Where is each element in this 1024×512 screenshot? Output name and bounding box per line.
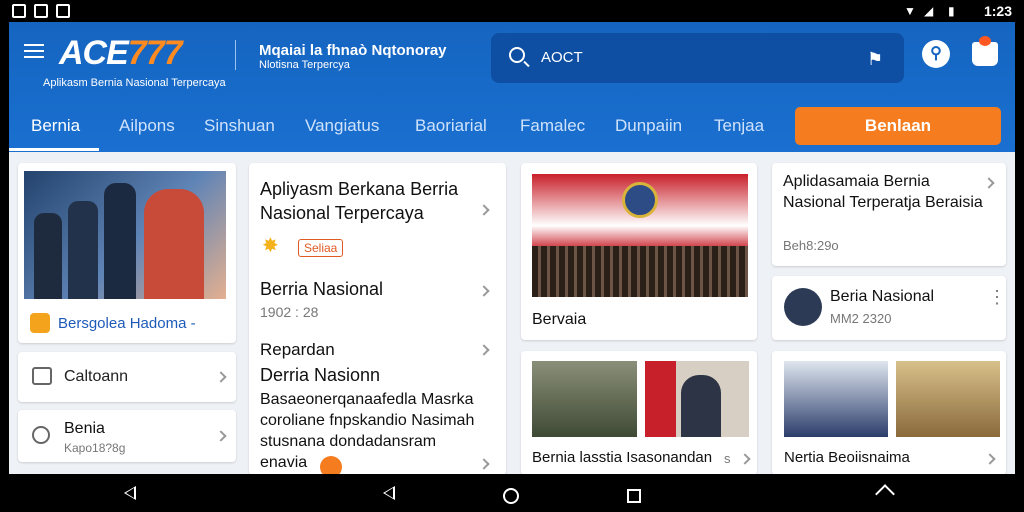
- article-item[interactable]: Repardan Derria Nasionn Basaeonerqanaafe…: [249, 328, 506, 474]
- profile-card[interactable]: Beria Nasional MM2 2320 ⋮: [772, 276, 1006, 340]
- content-area: Bersgolea Hadoma - Caltoann Benia Kapo18…: [9, 152, 1015, 474]
- profile-name: Beria Nasional: [830, 288, 935, 305]
- collapse-icon[interactable]: [875, 484, 895, 504]
- tab-active-indicator: [9, 148, 99, 151]
- signal-icon: ◢: [924, 4, 934, 18]
- search-input[interactable]: AOCT: [541, 49, 583, 66]
- profile-date: MM2 2320: [830, 311, 892, 326]
- wifi-icon: ▼: [904, 4, 916, 18]
- category-card[interactable]: Caltoann: [18, 352, 236, 402]
- article-item[interactable]: Berria Nasional 1902 : 28: [249, 269, 506, 324]
- news-card[interactable]: Aplidasamaia Bernia Nasional Terperatja …: [772, 163, 1006, 266]
- photo-caption: Bervaia: [532, 311, 587, 328]
- hero-image: [24, 171, 226, 299]
- officer-figure: [104, 183, 136, 299]
- category-title: Benia: [64, 420, 105, 437]
- shopping-bag-icon[interactable]: [972, 36, 998, 66]
- news-date: Beh8:29o: [783, 238, 839, 253]
- category-card[interactable]: Benia Kapo18?8g: [18, 410, 236, 462]
- header-title: Mqaiai la fhnaò Nqtonoray: [259, 42, 447, 59]
- tab-tenjaa[interactable]: Tenjaa: [714, 116, 764, 136]
- search-icon: [509, 47, 525, 63]
- category-badge: Seliaa: [298, 239, 344, 257]
- tab-bernia[interactable]: Bernia: [31, 116, 80, 136]
- chevron-right-icon: [215, 430, 227, 442]
- photo-card[interactable]: Nertia Beoiisnaima: [772, 351, 1006, 474]
- user-icon[interactable]: ⚲: [922, 40, 950, 68]
- article-title: Berria Nasional: [260, 279, 384, 299]
- category-subtitle: Kapo18?8g: [64, 441, 126, 455]
- chevron-right-icon: [478, 458, 490, 470]
- tab-dunpaiin[interactable]: Dunpaiin: [615, 116, 682, 136]
- chevron-right-icon: [983, 177, 995, 189]
- parliament-image: [532, 174, 748, 297]
- flower-icon: [30, 313, 50, 333]
- play-icon[interactable]: [320, 456, 342, 474]
- notification-icon: [12, 4, 26, 18]
- officer-figure: [68, 201, 98, 299]
- official-image: [645, 361, 749, 437]
- officer-figure: [34, 213, 62, 299]
- status-time: 1:23: [983, 3, 1012, 19]
- star-icon: ✸: [262, 235, 279, 257]
- tab-famalec[interactable]: Famalec: [520, 116, 585, 136]
- group-image: [784, 361, 888, 437]
- nav-tabs: Bernia Ailpons Sinshuan Vangiatus Baoria…: [9, 102, 1015, 152]
- flag-icon[interactable]: ⚑: [867, 49, 883, 70]
- category-label: Caltoann: [64, 368, 129, 385]
- header-subtitle: Nlotisna Terpercya: [259, 59, 350, 71]
- wallet-icon: [32, 367, 52, 385]
- search-icon: [32, 426, 50, 444]
- news-title: Aplidasamaia Bernia Nasional Terperatja …: [783, 173, 983, 211]
- recent-apps-icon[interactable]: [627, 489, 641, 503]
- article-title: Apliyasm Berkana Berria Nasional Terperc…: [260, 179, 459, 223]
- photo-caption: Nertia Beoiisnaima: [784, 449, 910, 466]
- chevron-right-icon: [478, 204, 490, 216]
- status-bar: ▼ ◢ ▮ 1:23: [0, 0, 1024, 22]
- search-bar[interactable]: AOCT ⚑: [491, 33, 904, 83]
- article-date: 1902 : 28: [260, 304, 319, 320]
- chevron-right-icon: [478, 344, 490, 356]
- tab-sinshuan[interactable]: Sinshuan: [204, 116, 275, 136]
- photo-card[interactable]: Bervaia: [521, 163, 757, 340]
- hero-caption: Bersgolea Hadoma -: [58, 315, 196, 332]
- more-icon[interactable]: ⋮: [988, 288, 1006, 306]
- logo-tagline: Aplikasm Bernia Nasional Terpercaya: [43, 77, 226, 89]
- woman-figure: [144, 189, 204, 299]
- audience-rows: [532, 246, 748, 297]
- article-item[interactable]: Apliyasm Berkana Berria Nasional Terperc…: [249, 163, 506, 258]
- photo-card[interactable]: Bernia lasstia Isasonandan s: [521, 351, 757, 474]
- avatar: [784, 288, 822, 326]
- emblem-icon: [622, 182, 658, 218]
- office-image: [896, 361, 1000, 437]
- article-body: Basaeonerqanaafedla Masrka coroliane fnp…: [260, 391, 475, 471]
- military-image: [532, 361, 637, 437]
- header-divider: [235, 40, 236, 70]
- photo-caption: Bernia lasstia Isasonandan: [532, 449, 713, 466]
- photo-more: s: [724, 451, 731, 466]
- home-icon[interactable]: [503, 488, 519, 504]
- chevron-right-icon: [478, 285, 490, 297]
- app-header: ACE777 Aplikasm Bernia Nasional Terperca…: [9, 22, 1015, 152]
- cta-button[interactable]: Benlaan: [795, 107, 1001, 145]
- tab-ailpons[interactable]: Ailpons: [119, 116, 175, 136]
- chevron-right-icon: [739, 453, 751, 465]
- article-list-card: Apliyasm Berkana Berria Nasional Terperc…: [249, 163, 506, 474]
- gallery-icon: [34, 4, 48, 18]
- system-nav-bar: [0, 474, 1024, 512]
- article-label: Repardan: [260, 340, 335, 359]
- back-icon[interactable]: [124, 486, 136, 500]
- tab-vangiatus[interactable]: Vangiatus: [305, 116, 379, 136]
- back-icon[interactable]: [383, 486, 395, 500]
- battery-icon: ▮: [948, 4, 955, 18]
- chevron-right-icon: [984, 453, 996, 465]
- tab-baoriarial[interactable]: Baoriarial: [415, 116, 487, 136]
- menu-icon[interactable]: [24, 44, 44, 60]
- official-figure: [681, 375, 721, 437]
- hero-card[interactable]: Bersgolea Hadoma -: [18, 163, 236, 343]
- article-title: Derria Nasionn: [260, 365, 381, 385]
- app-logo[interactable]: ACE777: [59, 34, 183, 73]
- image-icon: [56, 4, 70, 18]
- chevron-right-icon: [215, 371, 227, 383]
